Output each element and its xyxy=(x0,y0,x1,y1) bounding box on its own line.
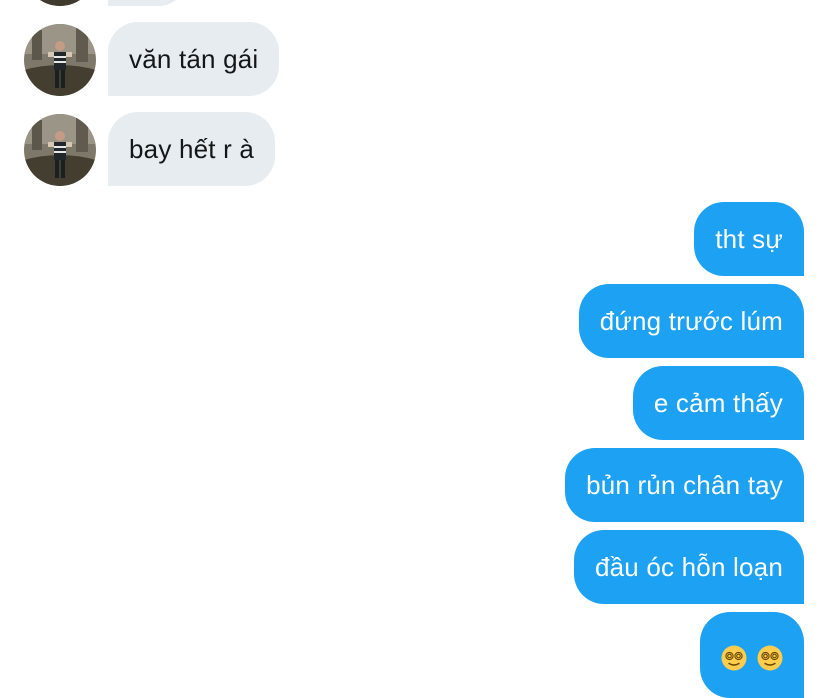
message-bubble-partial[interactable] xyxy=(108,0,188,6)
outgoing-message[interactable]: đầu óc hỗn loạn xyxy=(573,530,804,604)
dizzy-face-icon xyxy=(757,645,783,671)
dizzy-face-icon xyxy=(721,645,747,671)
avatar[interactable] xyxy=(24,24,96,96)
message-text: văn tán gái xyxy=(129,43,259,74)
outgoing-message[interactable]: e cảm thấy xyxy=(632,366,804,440)
avatar-photo xyxy=(24,114,96,186)
message-text: e cảm thấy xyxy=(653,387,783,418)
avatar[interactable] xyxy=(24,114,96,186)
message-text: đứng trước lúm xyxy=(599,305,783,336)
avatar-photo xyxy=(24,24,96,96)
message-text: bủn rủn chân tay xyxy=(586,469,783,500)
incoming-message[interactable]: bay hết r à xyxy=(108,112,276,186)
avatar[interactable] xyxy=(24,0,96,6)
message-text: tht sự xyxy=(715,223,783,254)
incoming-message[interactable]: văn tán gái xyxy=(108,22,280,96)
message-text: đầu óc hỗn loạn xyxy=(594,551,783,582)
message-text: bay hết r à xyxy=(129,133,255,164)
outgoing-emoji-message[interactable] xyxy=(700,612,804,698)
outgoing-message[interactable]: tht sự xyxy=(694,202,804,276)
outgoing-message[interactable]: bủn rủn chân tay xyxy=(565,448,804,522)
outgoing-message[interactable]: đứng trước lúm xyxy=(578,284,804,358)
